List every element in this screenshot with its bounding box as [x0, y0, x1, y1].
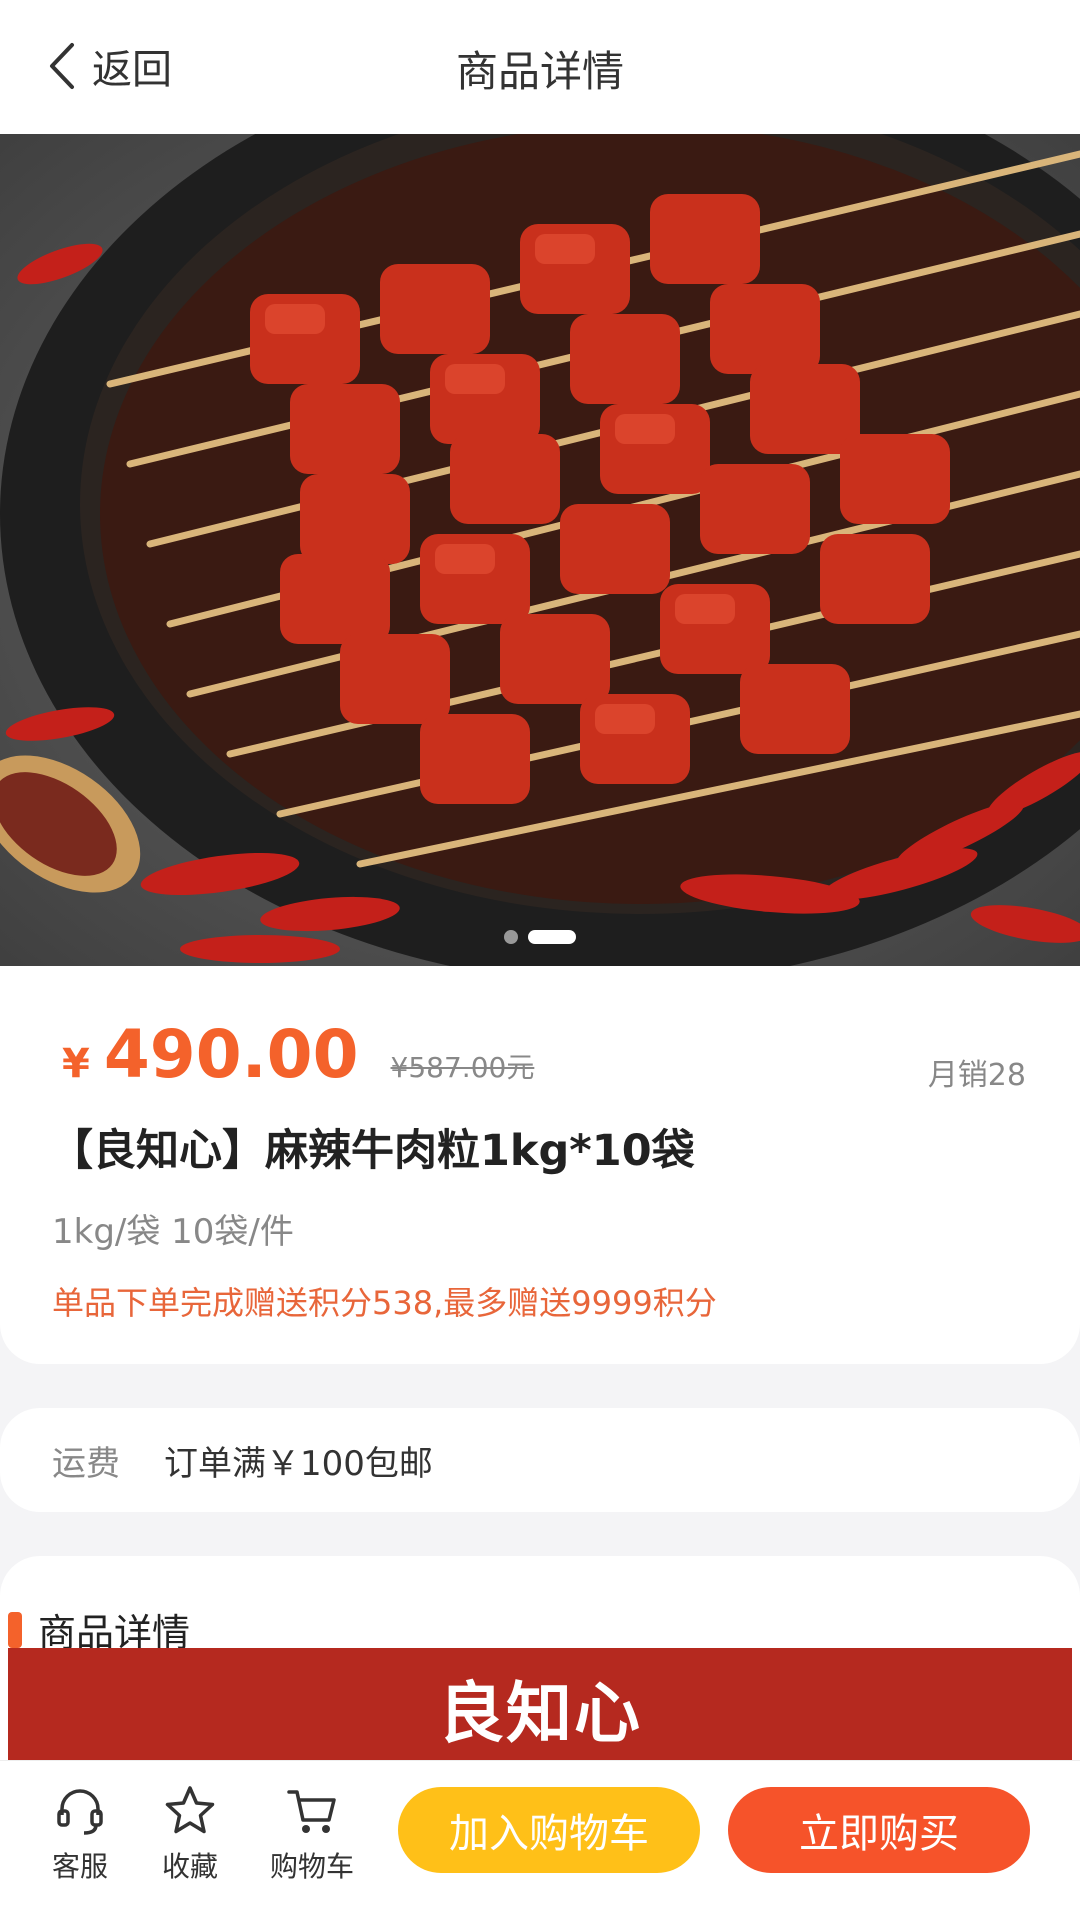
cart-button[interactable]: 购物车	[270, 1783, 354, 1885]
favorite-button[interactable]: 收藏	[162, 1783, 218, 1885]
carousel-dot[interactable]	[504, 930, 518, 944]
product-spec: 1kg/袋 10袋/件	[52, 1212, 294, 1252]
shipping-value: 订单满￥100包邮	[164, 1443, 433, 1484]
buy-now-button[interactable]: 立即购买	[728, 1787, 1030, 1873]
carousel-dot-active[interactable]	[528, 930, 576, 944]
product-detail-page: 返回 商品详情 ¥ 490.00 ¥587.00元 月销28 【良知心】麻辣牛肉…	[0, 0, 1080, 1920]
brand-banner: 良知心	[8, 1648, 1072, 1768]
currency-symbol: ¥	[62, 1041, 90, 1087]
shipping-label: 运费	[52, 1443, 120, 1484]
shipping-card: 运费 订单满￥100包邮	[0, 1408, 1080, 1512]
product-title: 【良知心】麻辣牛肉粒1kg*10袋	[50, 1126, 695, 1176]
star-icon	[165, 1786, 215, 1834]
page-title: 商品详情	[455, 47, 624, 96]
bottom-action-bar: 客服 收藏 购物车 加入购物车 立即购买	[0, 1760, 1080, 1920]
top-nav-bar: 返回 商品详情	[0, 0, 1080, 134]
product-image-carousel[interactable]	[0, 134, 1080, 966]
product-info-card: ¥ 490.00 ¥587.00元 月销28 【良知心】麻辣牛肉粒1kg*10袋…	[0, 966, 1080, 1364]
current-price: 490.00	[103, 1016, 359, 1093]
carousel-dots	[0, 930, 1080, 944]
customer-service-button[interactable]: 客服	[52, 1783, 108, 1885]
banner-brand-text: 良知心	[438, 1675, 642, 1752]
monthly-sales: 月销28	[927, 1058, 1026, 1093]
section-accent-bar	[8, 1611, 22, 1648]
cart-icon	[287, 1790, 336, 1833]
product-image	[0, 134, 1080, 966]
favorite-label: 收藏	[162, 1850, 219, 1883]
original-price: ¥587.00元	[390, 1051, 535, 1084]
price-row: ¥ 490.00 ¥587.00元	[62, 1016, 534, 1093]
points-promo: 单品下单完成赠送积分538,最多赠送9999积分	[52, 1284, 717, 1322]
cart-label: 购物车	[270, 1850, 355, 1883]
headset-icon	[57, 1789, 103, 1835]
add-to-cart-button[interactable]: 加入购物车	[398, 1787, 700, 1873]
service-label: 客服	[52, 1850, 109, 1883]
